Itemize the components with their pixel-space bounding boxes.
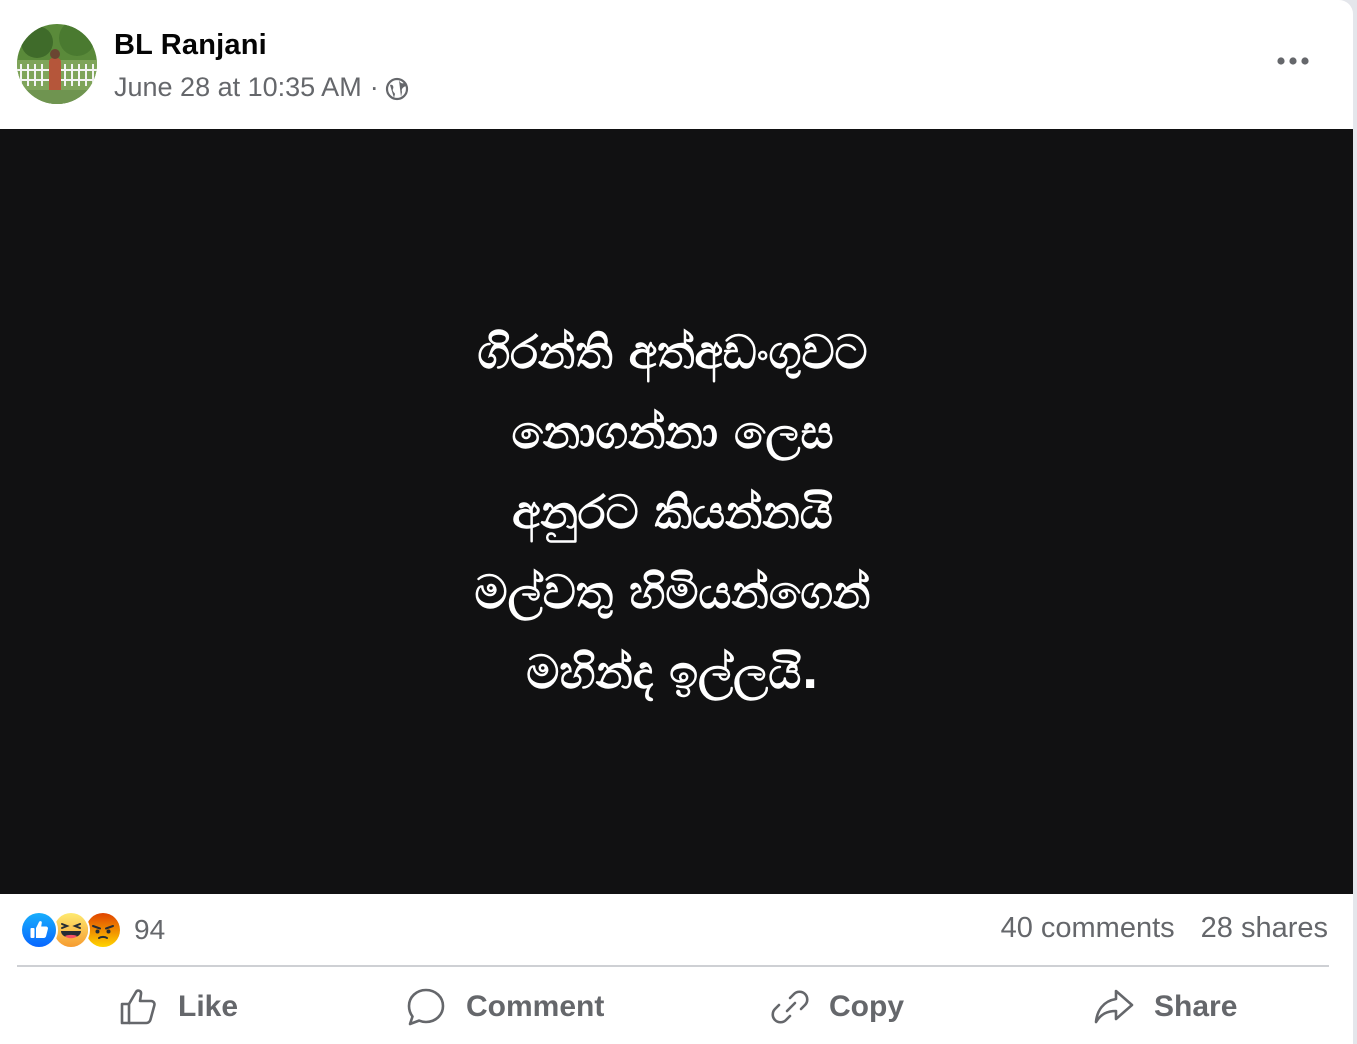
author-name[interactable]: BL Ranjani: [114, 29, 267, 62]
link-icon: [771, 990, 809, 1024]
image-text-line: මහින්ද ඉල්ලයි.: [526, 645, 819, 699]
like-button[interactable]: Like: [118, 972, 238, 1042]
post-image-text: ගිරන්ති අත්අඩංගුවට නොගන්නා ලෙස අනුරට කිය…: [0, 312, 1345, 712]
author-avatar[interactable]: [17, 24, 97, 104]
image-text-line: මල්වතු හිමියන්ගෙන්: [474, 565, 871, 619]
post-card: BL Ranjani June 28 at 10:35 AM · ගිරන්ති…: [0, 0, 1353, 1044]
share-button[interactable]: Share: [1094, 972, 1237, 1042]
image-text-line: අනුරට කියන්නයි: [512, 485, 833, 539]
post-header: BL Ranjani June 28 at 10:35 AM ·: [0, 0, 1353, 129]
post-meta: June 28 at 10:35 AM ·: [114, 72, 409, 103]
comments-count[interactable]: 40 comments: [1001, 912, 1175, 945]
comment-label: Comment: [466, 990, 605, 1023]
share-icon: [1094, 989, 1134, 1024]
globe-icon[interactable]: [385, 77, 409, 101]
like-icon: [120, 989, 156, 1025]
more-options-icon[interactable]: [1273, 46, 1313, 76]
meta-separator: ·: [369, 72, 379, 102]
reaction-summary[interactable]: 94: [20, 911, 165, 949]
copy-label: Copy: [829, 990, 904, 1023]
comment-button[interactable]: Comment: [406, 972, 604, 1042]
divider: [17, 965, 1329, 967]
shares-count[interactable]: 28 shares: [1201, 912, 1328, 945]
action-bar: Like Comment Copy Share: [0, 972, 1353, 1042]
like-reaction-icon: [20, 911, 58, 949]
post-timestamp[interactable]: June 28 at 10:35 AM: [114, 72, 362, 103]
share-label: Share: [1154, 990, 1238, 1023]
image-text-line: ගිරන්ති අත්අඩංගුවට: [477, 325, 868, 379]
reaction-count[interactable]: 94: [134, 914, 165, 946]
comment-icon: [407, 988, 445, 1026]
copy-button[interactable]: Copy: [771, 972, 904, 1042]
engagement-stats: 40 comments 28 shares: [1001, 912, 1328, 945]
like-label: Like: [178, 990, 239, 1023]
image-text-line: නොගන්නා ලෙස: [511, 405, 834, 459]
